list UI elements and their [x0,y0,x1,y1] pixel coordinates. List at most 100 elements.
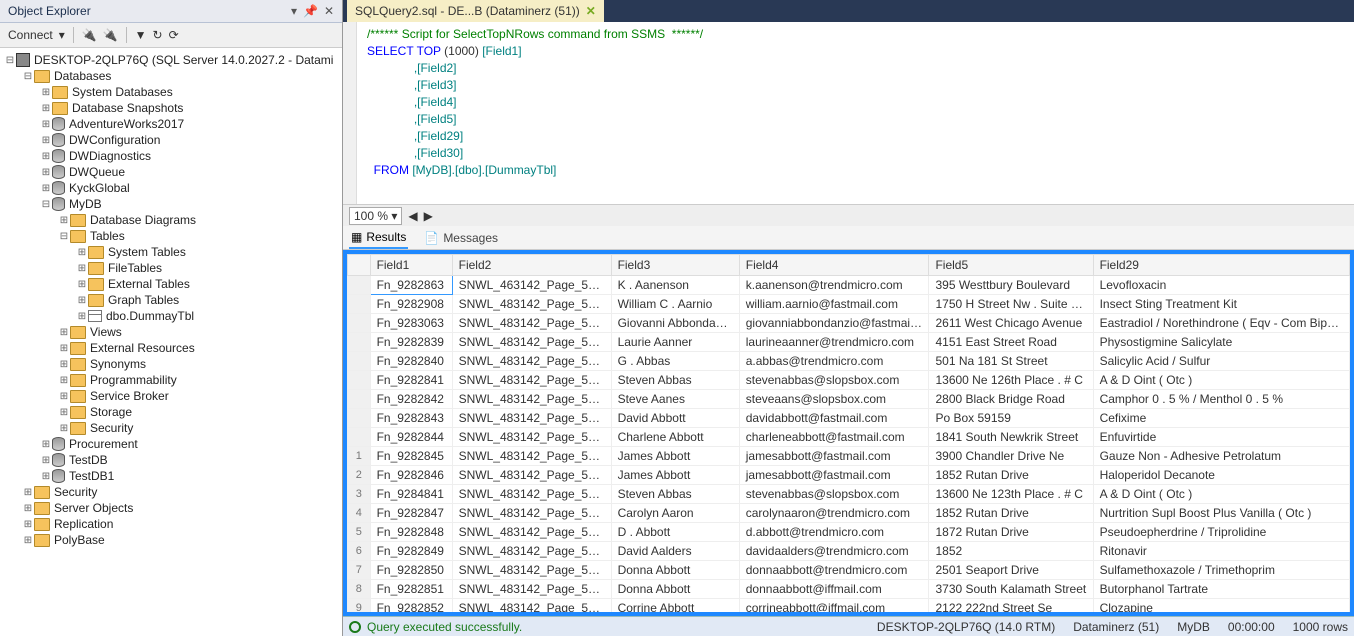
cell[interactable]: SNWL_483142_Page_5658 [452,466,611,485]
toolbar-icon[interactable]: ⟳ [169,28,179,42]
cell[interactable]: SNWL_483142_Page_5659 [452,542,611,561]
tree-node[interactable]: ⊞Views [0,324,342,340]
editor-code[interactable]: /****** Script for SelectTopNRows comman… [357,22,1354,204]
object-explorer-tree[interactable]: ⊟ DESKTOP-2QLP76Q (SQL Server 14.0.2027.… [0,48,342,636]
tree-node[interactable]: ⊞KyckGlobal [0,180,342,196]
column-header[interactable]: Field4 [739,255,929,276]
cell[interactable]: Physostigmine Salicylate [1093,333,1349,352]
cell[interactable]: k.aanenson@trendmicro.com [739,276,929,295]
expander-icon[interactable]: ⊞ [40,87,52,98]
cell[interactable]: SNWL_463142_Page_5661 [452,276,611,295]
table-row[interactable]: Fn_9282840SNWL_483142_Page_5658G . Abbas… [348,352,1350,371]
cell[interactable]: SNWL_483142_Page_5659 [452,504,611,523]
expander-icon[interactable]: ⊞ [76,295,88,306]
cell[interactable]: Fn_9283063 [370,314,452,333]
cell[interactable]: donnaabbott@trendmicro.com [739,561,929,580]
cell[interactable]: Fn_9282863 [370,276,452,295]
toolbar-icon[interactable]: 🔌 [103,28,118,42]
cell[interactable]: giovanniabbondanzio@fastmail.com [739,314,929,333]
cell[interactable]: Steve Aanes [611,390,739,409]
expander-icon[interactable]: ⊞ [76,247,88,258]
cell[interactable]: Donna Abbott [611,561,739,580]
expander-icon[interactable]: ⊞ [22,535,34,546]
tree-node[interactable]: ⊞Service Broker [0,388,342,404]
cell[interactable]: Pseudoepherdrine / Triprolidine [1093,523,1349,542]
cell[interactable]: davidabbott@fastmail.com [739,409,929,428]
cell[interactable]: 1872 Rutan Drive [929,523,1093,542]
cell[interactable]: Salicylic Acid / Sulfur [1093,352,1349,371]
cell[interactable]: davidaalders@trendmicro.com [739,542,929,561]
cell[interactable]: Carolyn Aaron [611,504,739,523]
cell[interactable]: D . Abbott [611,523,739,542]
results-tab[interactable]: ▦ Results [349,227,408,249]
column-header[interactable]: Field3 [611,255,739,276]
tree-node[interactable]: ⊟MyDB [0,196,342,212]
cell[interactable]: steveaans@slopsbox.com [739,390,929,409]
cell[interactable]: 1750 H Street Nw . Suite 500 [929,295,1093,314]
cell[interactable]: Fn_9282842 [370,390,452,409]
toolbar-icon[interactable]: 🔌 [82,28,97,42]
cell[interactable]: David Aalders [611,542,739,561]
table-row[interactable]: 4Fn_9282847SNWL_483142_Page_5659Carolyn … [348,504,1350,523]
table-row[interactable]: Fn_9282844SNWL_483142_Page_5658Charlene … [348,428,1350,447]
expander-icon[interactable]: ⊟ [58,231,70,242]
cell[interactable]: Clozapine [1093,599,1349,617]
cell[interactable]: A & D Oint ( Otc ) [1093,371,1349,390]
table-row[interactable]: Fn_9282843SNWL_483142_Page_5658David Abb… [348,409,1350,428]
cell[interactable]: Ritonavir [1093,542,1349,561]
expander-icon[interactable]: ⊞ [58,407,70,418]
column-header[interactable]: Field1 [370,255,452,276]
cell[interactable]: Charlene Abbott [611,428,739,447]
cell[interactable]: Fn_9282851 [370,580,452,599]
results-grid[interactable]: Field1Field2Field3Field4Field5Field29 Fn… [347,254,1350,616]
cell[interactable]: Insect Sting Treatment Kit [1093,295,1349,314]
cell[interactable]: Fn_9282844 [370,428,452,447]
table-row[interactable]: 2Fn_9282846SNWL_483142_Page_5658James Ab… [348,466,1350,485]
cell[interactable]: 2611 West Chicago Avenue [929,314,1093,333]
tree-node[interactable]: ⊞External Resources [0,340,342,356]
expander-icon[interactable]: ⊞ [22,519,34,530]
tree-node[interactable]: ⊞Synonyms [0,356,342,372]
cell[interactable]: Butorphanol Tartrate [1093,580,1349,599]
expander-icon[interactable]: ⊟ [40,199,52,210]
column-header[interactable]: Field29 [1093,255,1349,276]
tree-node[interactable]: ⊞dbo.DummayTbl [0,308,342,324]
cell[interactable]: Cefixime [1093,409,1349,428]
expander-icon[interactable]: ⊞ [40,103,52,114]
expander-icon[interactable]: ⊞ [58,375,70,386]
cell[interactable]: Fn_9284841 [370,485,452,504]
expander-icon[interactable]: ⊞ [76,279,88,290]
cell[interactable]: Fn_9282843 [370,409,452,428]
filter-icon[interactable]: ▼ [135,28,147,42]
cell[interactable]: SNWL_483142_Page_5658 [452,333,611,352]
column-header[interactable]: Field2 [452,255,611,276]
cell[interactable]: william.aarnio@fastmail.com [739,295,929,314]
table-row[interactable]: 6Fn_9282849SNWL_483142_Page_5659David Aa… [348,542,1350,561]
cell[interactable]: 3900 Chandler Drive Ne [929,447,1093,466]
expander-icon[interactable]: ⊞ [40,455,52,466]
tree-node[interactable]: ⊟Tables [0,228,342,244]
cell[interactable]: Fn_9282908 [370,295,452,314]
tree-node[interactable]: ⊞Storage [0,404,342,420]
cell[interactable]: carolynaaron@trendmicro.com [739,504,929,523]
cell[interactable]: stevenabbas@slopsbox.com [739,485,929,504]
expander-icon[interactable]: ⊞ [22,503,34,514]
cell[interactable]: 2501 Seaport Drive [929,561,1093,580]
cell[interactable]: 2800 Black Bridge Road [929,390,1093,409]
expander-icon[interactable]: ⊞ [58,343,70,354]
expander-icon[interactable]: ⊞ [22,487,34,498]
expander-icon[interactable]: ⊞ [58,215,70,226]
cell[interactable]: Fn_9282852 [370,599,452,617]
tree-node[interactable]: ⊞System Tables [0,244,342,260]
expander-icon[interactable]: ⊞ [40,167,52,178]
cell[interactable]: Corrine Abbott [611,599,739,617]
cell[interactable]: Fn_9282841 [370,371,452,390]
cell[interactable]: Eastradiol / Norethindrone ( Eqv - Com B… [1093,314,1349,333]
expander-icon[interactable]: ⊞ [40,471,52,482]
table-row[interactable]: 9Fn_9282852SNWL_483142_Page_5659Corrine … [348,599,1350,617]
cell[interactable]: Levofloxacin [1093,276,1349,295]
cell[interactable]: Sulfamethoxazole / Trimethoprim [1093,561,1349,580]
tree-node[interactable]: ⊞DWConfiguration [0,132,342,148]
expander-icon[interactable]: ⊞ [40,439,52,450]
cell[interactable]: SNWL_483142_Page_5658 [452,485,611,504]
